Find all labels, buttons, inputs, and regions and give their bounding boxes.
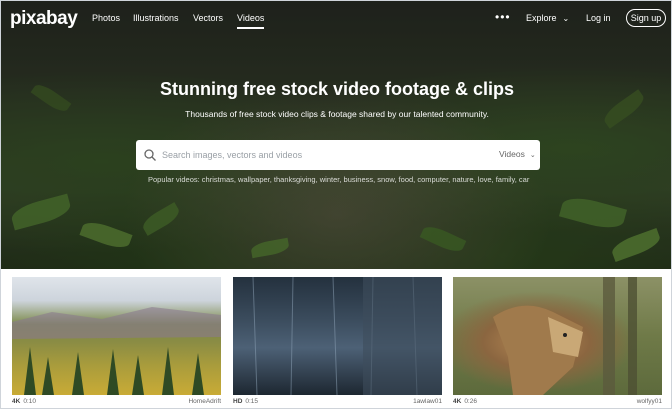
hero-subtitle: Thousands of free stock video clips & fo… (185, 109, 489, 119)
video-author[interactable]: wolfyy01 (637, 398, 662, 405)
hero-title: Stunning free stock video footage & clip… (159, 79, 515, 99)
video-thumbnail[interactable] (12, 277, 221, 395)
video-grid: 4K 0:10 HomeAdrift HD 0:15 1awlaw01 4K 0… (1, 269, 671, 408)
chevron-down-icon: ⌄ (562, 14, 570, 23)
nav-videos[interactable]: Videos (237, 13, 265, 29)
explore-menu[interactable]: Explore ⌄ (526, 13, 569, 23)
nav-illustrations[interactable]: Illustrations (133, 13, 179, 23)
video-meta: 4K 0:26 wolfyy01 (453, 398, 662, 405)
video-author[interactable]: HomeAdrift (188, 398, 221, 405)
quality-badge: 4K (453, 398, 462, 405)
video-meta: HD 0:15 1awlaw01 (233, 398, 442, 405)
login-link[interactable]: Log in (586, 13, 611, 23)
nav-vectors[interactable]: Vectors (193, 13, 223, 23)
video-author[interactable]: 1awlaw01 (413, 398, 442, 405)
quality-badge: 4K (12, 398, 21, 405)
nav-photos[interactable]: Photos (92, 13, 120, 23)
video-duration: 0:26 (464, 398, 477, 405)
video-card[interactable]: HD 0:15 1awlaw01 (233, 277, 442, 407)
hero-banner: pixabay Photos Illustrations Vectors Vid… (1, 1, 671, 269)
search-type-label: Videos (499, 149, 525, 159)
more-options-icon[interactable]: ••• (495, 10, 511, 24)
quality-badge: HD (233, 398, 243, 405)
chevron-down-icon: ⌄ (529, 152, 536, 159)
signup-button[interactable]: Sign up (626, 9, 666, 27)
forest-hills-image (12, 307, 221, 395)
explore-label: Explore (526, 13, 557, 23)
video-duration: 0:10 (23, 398, 36, 405)
popular-tags[interactable]: christmas, wallpaper, thanksgiving, wint… (202, 175, 530, 184)
pixabay-logo[interactable]: pixabay (10, 8, 78, 30)
wolf-image (493, 277, 637, 395)
popular-searches: Popular videos: christmas, wallpaper, th… (148, 175, 538, 184)
video-card[interactable]: 4K 0:10 HomeAdrift (12, 277, 221, 407)
video-thumbnail[interactable] (453, 277, 662, 395)
top-navigation: pixabay Photos Illustrations Vectors Vid… (1, 1, 671, 37)
video-duration: 0:15 (245, 398, 259, 405)
page: pixabay Photos Illustrations Vectors Vid… (0, 0, 672, 409)
video-meta: 4K 0:10 HomeAdrift (12, 398, 221, 405)
search-type-select[interactable]: Videos ⌄ (499, 149, 536, 159)
popular-label: Popular videos: (148, 175, 200, 184)
hero-overlay (1, 1, 671, 269)
search-input[interactable] (162, 146, 492, 164)
video-thumbnail[interactable] (233, 277, 442, 395)
search-icon[interactable] (143, 148, 157, 162)
video-card[interactable]: 4K 0:26 wolfyy01 (453, 277, 662, 407)
rainy-window-image (252, 277, 442, 395)
search-bar (136, 140, 540, 170)
